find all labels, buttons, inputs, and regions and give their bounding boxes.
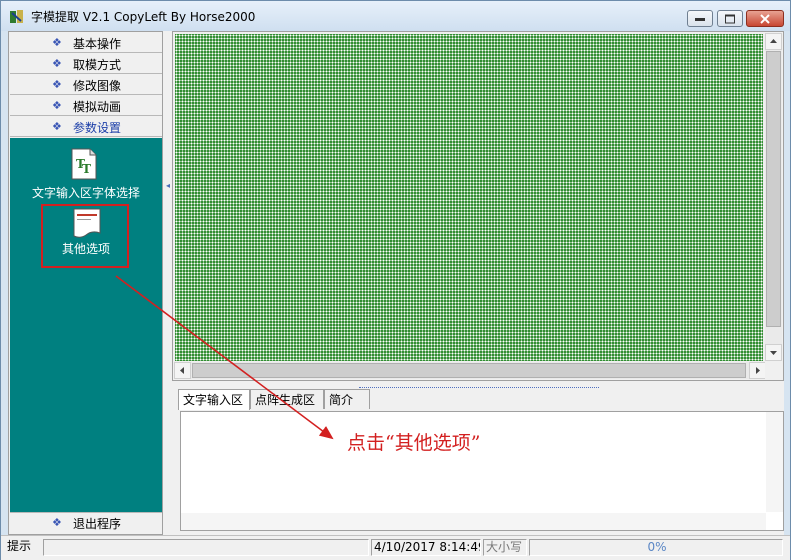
splitter-grip-icon: ◂ [166, 181, 171, 190]
horizontal-scrollbar[interactable] [174, 362, 766, 379]
diamond-bullet-icon: ❖ [52, 99, 62, 112]
minimize-button[interactable] [687, 10, 713, 27]
tab-dot-matrix-output[interactable]: 点阵生成区 [250, 389, 324, 409]
nav-label: 模拟动画 [73, 100, 122, 114]
minimize-icon [695, 17, 705, 21]
vertical-scrollbar[interactable] [765, 33, 782, 361]
title-bar[interactable]: 字模提取 V2.1 CopyLeft By Horse2000 [1, 1, 790, 31]
app-window: 字模提取 V2.1 CopyLeft By Horse2000 ❖ 基本操作 ❖… [0, 0, 791, 560]
app-icon [10, 10, 23, 23]
exit-label: 退出程序 [73, 517, 122, 531]
window-title: 字模提取 V2.1 CopyLeft By Horse2000 [31, 10, 256, 24]
close-button[interactable] [746, 10, 784, 27]
vertical-scroll-thumb[interactable] [766, 51, 781, 327]
status-datetime: 4/10/2017 8:14:49 PM [371, 539, 481, 556]
text-input-area[interactable] [180, 411, 784, 531]
status-bar: 提示 4/10/2017 8:14:49 PM 大小写 0% [1, 535, 790, 560]
horizontal-scroll-thumb[interactable] [192, 363, 746, 378]
tab-label: 文字输入区 [183, 393, 244, 407]
text-horizontal-scrollbar[interactable] [181, 513, 766, 530]
tab-introduction[interactable]: 简介 [324, 389, 370, 409]
maximize-icon [725, 14, 735, 23]
svg-text:T: T [82, 162, 91, 176]
nav-parameter-settings[interactable]: ❖ 参数设置 [10, 117, 162, 137]
scroll-up-icon[interactable] [765, 33, 782, 50]
diamond-bullet-icon: ❖ [52, 516, 62, 529]
status-message [43, 539, 369, 556]
nav-simulate-animation[interactable]: ❖ 模拟动画 [10, 96, 162, 116]
scroll-down-icon[interactable] [765, 344, 782, 361]
highlight-box [41, 204, 129, 268]
font-select-tool[interactable]: T T 文字输入区字体选择 [10, 148, 162, 200]
close-icon [760, 13, 770, 24]
nav-label: 取模方式 [73, 58, 122, 72]
dot-matrix-grid[interactable] [175, 34, 763, 361]
status-progress: 0% [529, 539, 783, 556]
dot-matrix-area [172, 31, 784, 381]
status-caps: 大小写 [483, 539, 527, 556]
text-vertical-scrollbar[interactable] [766, 412, 783, 512]
horizontal-splitter[interactable] [359, 381, 599, 388]
nav-label: 参数设置 [73, 121, 122, 135]
tool-label: 文字输入区字体选择 [31, 186, 140, 200]
exit-button[interactable]: ❖ 退出程序 [10, 512, 162, 532]
scroll-left-icon[interactable] [174, 362, 191, 379]
left-panel: ❖ 基本操作 ❖ 取模方式 ❖ 修改图像 ❖ 模拟动画 ❖ 参数设置 T T 文… [8, 31, 163, 535]
annotation-callout: 点击“其他选项” [347, 432, 481, 454]
diamond-bullet-icon: ❖ [52, 120, 62, 133]
tab-text-input[interactable]: 文字输入区 [178, 389, 250, 410]
diamond-bullet-icon: ❖ [52, 57, 62, 70]
diamond-bullet-icon: ❖ [52, 78, 62, 91]
scroll-corner [765, 362, 782, 379]
tool-panel: T T 文字输入区字体选择 其他选项 [10, 138, 162, 514]
nav-edit-image[interactable]: ❖ 修改图像 [10, 75, 162, 95]
tab-label: 点阵生成区 [255, 393, 316, 407]
status-hint: 提示 [7, 539, 32, 553]
maximize-button[interactable] [717, 10, 743, 27]
font-tt-icon: T T [71, 148, 97, 180]
vertical-splitter[interactable]: ◂ [165, 31, 171, 381]
nav-basic-operations[interactable]: ❖ 基本操作 [10, 33, 162, 53]
nav-label: 修改图像 [73, 79, 122, 93]
diamond-bullet-icon: ❖ [52, 36, 62, 49]
nav-label: 基本操作 [73, 37, 122, 51]
scroll-right-icon[interactable] [749, 362, 766, 379]
nav-modulo-method[interactable]: ❖ 取模方式 [10, 54, 162, 74]
tab-label: 简介 [329, 393, 354, 407]
client-area: ❖ 基本操作 ❖ 取模方式 ❖ 修改图像 ❖ 模拟动画 ❖ 参数设置 T T 文… [8, 31, 784, 553]
